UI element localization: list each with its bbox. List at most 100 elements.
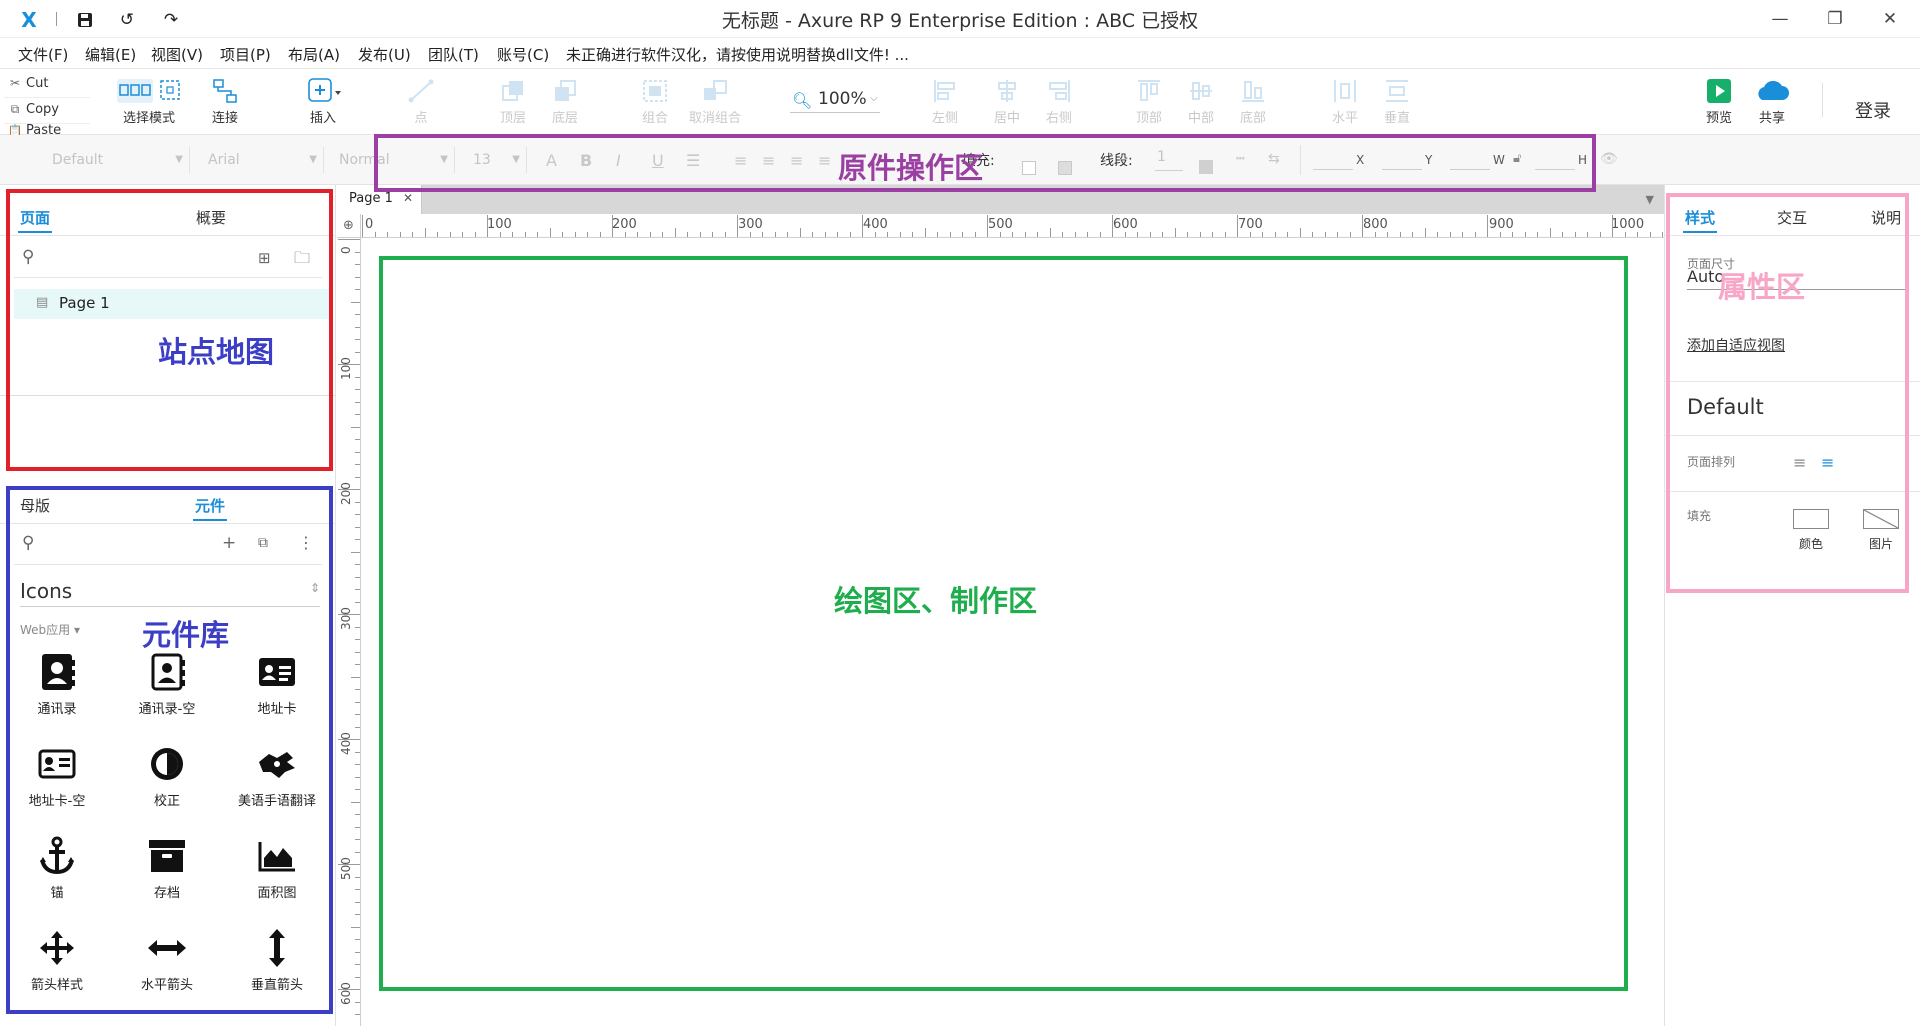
menu-edit[interactable]: 编辑(E) bbox=[85, 44, 136, 65]
login-button[interactable]: 登录 bbox=[1855, 97, 1891, 123]
menu-file[interactable]: 文件(F) bbox=[18, 44, 68, 65]
ruler-tick bbox=[355, 439, 360, 440]
style-value: Default bbox=[52, 152, 104, 168]
ruler-tick bbox=[355, 514, 360, 515]
align-left-button[interactable]: 左侧 bbox=[920, 75, 970, 131]
ruler-tick bbox=[355, 401, 360, 403]
ruler-tick bbox=[355, 376, 360, 378]
menu-layout[interactable]: 布局(A) bbox=[288, 44, 340, 65]
tabs-dropdown-icon[interactable]: ▼ bbox=[1646, 193, 1654, 206]
maximize-button[interactable]: ❐ bbox=[1815, 6, 1855, 32]
toolbar-divider bbox=[1822, 83, 1823, 117]
ruler-tick bbox=[1474, 232, 1476, 237]
ruler-label: 400 bbox=[339, 732, 353, 755]
align-center-button[interactable]: 居中 bbox=[982, 75, 1032, 131]
bottom-layer-button[interactable]: 底层 bbox=[530, 75, 600, 131]
ungroup-icon bbox=[680, 75, 750, 107]
point-button[interactable]: 点 bbox=[386, 75, 456, 131]
annotation-label-canvas: 绘图区、制作区 bbox=[834, 584, 1038, 618]
ruler-tick bbox=[355, 1001, 360, 1003]
ruler-tick bbox=[355, 789, 360, 790]
ruler-label: 200 bbox=[612, 217, 637, 232]
ruler-tick bbox=[887, 232, 888, 237]
share-button[interactable]: 共享 bbox=[1737, 75, 1807, 131]
ruler-tick bbox=[1087, 232, 1088, 237]
minimize-button[interactable]: — bbox=[1760, 6, 1800, 32]
close-icon[interactable]: ✕ bbox=[403, 191, 413, 205]
ruler-tick bbox=[699, 232, 701, 237]
chevron-down-icon: ▼ bbox=[175, 154, 183, 165]
align-right-button[interactable]: 右侧 bbox=[1034, 75, 1084, 131]
ruler-tick bbox=[762, 232, 763, 237]
font-select[interactable]: Arial ▼ bbox=[194, 147, 324, 173]
align-top-button[interactable]: 顶部 bbox=[1124, 75, 1174, 131]
zoom-control[interactable]: 🔍︎ 100% ⌵ bbox=[790, 87, 880, 113]
ruler-tick bbox=[1649, 232, 1651, 237]
ruler-tick bbox=[338, 614, 360, 615]
select-mode-button[interactable]: 选择模式 bbox=[114, 75, 184, 131]
annotation-box-toolbar bbox=[374, 134, 1596, 192]
ruler-tick bbox=[355, 476, 360, 478]
menu-view[interactable]: 视图(V) bbox=[151, 44, 203, 65]
ruler-horizontal: 0 100 200 300 400 500 600 700 800 900 10… bbox=[361, 214, 1664, 238]
align-middle-button[interactable]: 中部 bbox=[1176, 75, 1226, 131]
distribute-horizontal-button[interactable]: 水平 bbox=[1320, 75, 1370, 131]
ruler-tick bbox=[774, 232, 776, 237]
annotation-box-properties bbox=[1666, 193, 1909, 593]
style-select[interactable]: Default ▼ bbox=[38, 147, 190, 173]
align-bottom-button[interactable]: 底部 bbox=[1228, 75, 1278, 131]
ruler-tick bbox=[351, 801, 360, 803]
ruler-tick bbox=[724, 232, 726, 237]
menu-account[interactable]: 账号(C) bbox=[497, 44, 549, 65]
ruler-tick bbox=[749, 232, 751, 237]
menu-project[interactable]: 项目(P) bbox=[220, 44, 271, 65]
ruler-tick bbox=[355, 314, 360, 315]
visibility-icon[interactable]: 👁︎ bbox=[1600, 151, 1618, 167]
menu-publish[interactable]: 发布(U) bbox=[358, 44, 411, 65]
ungroup-button[interactable]: 取消组合 bbox=[680, 75, 750, 131]
ruler-tick bbox=[338, 364, 360, 365]
ruler-tick bbox=[355, 726, 360, 728]
ruler-tick bbox=[355, 951, 360, 953]
ruler-tick bbox=[351, 426, 360, 428]
ruler-tick bbox=[1424, 228, 1426, 237]
ruler-tick bbox=[355, 501, 360, 503]
ruler-tick bbox=[355, 976, 360, 978]
ruler-tick bbox=[351, 301, 360, 303]
ruler-tick bbox=[962, 232, 963, 237]
insert-button[interactable]: 插入 bbox=[288, 75, 358, 131]
ruler-tick bbox=[1349, 232, 1351, 237]
cloud-icon bbox=[1737, 75, 1807, 107]
ruler-tick bbox=[1399, 232, 1401, 237]
ruler-corner: ⊕ bbox=[337, 214, 361, 238]
ruler-tick bbox=[355, 964, 360, 965]
distribute-vertical-icon bbox=[1372, 75, 1422, 107]
ruler-tick bbox=[824, 232, 826, 237]
copy-icon: ⧉ bbox=[10, 102, 20, 116]
align-middle-label: 中部 bbox=[1187, 111, 1214, 126]
ruler-tick bbox=[355, 701, 360, 703]
align-center-label: 居中 bbox=[993, 111, 1020, 126]
align-right-icon bbox=[1034, 75, 1084, 107]
ruler-label: 0 bbox=[365, 217, 374, 232]
ruler-label: 800 bbox=[1363, 217, 1388, 232]
close-button[interactable]: ✕ bbox=[1870, 6, 1910, 32]
copy-button[interactable]: ⧉ Copy bbox=[4, 97, 90, 121]
menu-team[interactable]: 团队(T) bbox=[428, 44, 479, 65]
ruler-tick bbox=[924, 228, 926, 237]
ruler-tick bbox=[712, 232, 713, 237]
ruler-tick bbox=[1187, 232, 1188, 237]
ruler-tick bbox=[355, 826, 360, 828]
ruler-tick bbox=[374, 232, 376, 237]
ruler-tick bbox=[355, 689, 360, 690]
ruler-tick bbox=[1587, 232, 1588, 237]
ruler-tick bbox=[787, 232, 788, 237]
annotation-box-canvas bbox=[379, 256, 1628, 991]
ruler-tick bbox=[355, 414, 360, 415]
ruler-tick bbox=[462, 232, 463, 237]
ruler-tick bbox=[355, 914, 360, 915]
cut-button[interactable]: ✂ Cut bbox=[4, 71, 90, 95]
distribute-vertical-button[interactable]: 垂直 bbox=[1372, 75, 1422, 131]
ruler-tick bbox=[1624, 232, 1626, 237]
connect-button[interactable]: 连接 bbox=[190, 75, 260, 131]
